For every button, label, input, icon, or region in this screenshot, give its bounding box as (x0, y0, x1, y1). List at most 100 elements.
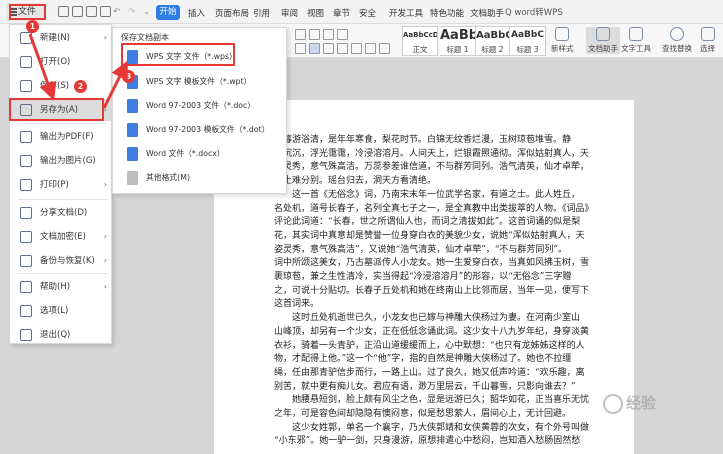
file-menu-item-2[interactable]: 保存(S) (10, 75, 113, 97)
search-box[interactable]: Q word转WPS (505, 6, 563, 18)
tab-security[interactable]: 安全 (359, 7, 376, 19)
file-menu-item-0[interactable]: 新建(N) › (10, 27, 113, 49)
distribute-icon[interactable] (309, 43, 320, 54)
redo-icon[interactable]: ↷ (128, 7, 135, 17)
doc-assistant-label: 文档助手 (588, 44, 618, 53)
watermark-logo (603, 393, 623, 414)
undo-icon[interactable]: ↶ (113, 7, 120, 17)
save-format-item-4[interactable]: Word 文件（*.docx） (122, 143, 282, 165)
file-menu-item-label: 退出(Q) (40, 330, 71, 340)
document-line: 之，可说十分贴切。长春子丘处机和她在终南山上比邻而居，当年一见，便写下 (274, 285, 590, 296)
save-format-label: 其他格式(M) (146, 173, 190, 182)
document-line: 这一首《无俗念》词，乃南宋末年一位武学名家，有道之士。此人姓丘， (274, 189, 581, 200)
select-label: 选择 (700, 44, 715, 53)
save-format-label: Word 97-2003 文件（*.doc） (146, 101, 256, 110)
align-left-icon[interactable] (295, 29, 306, 40)
style-normal[interactable]: AaBbCcDd 正文 (402, 26, 438, 56)
style-preview: AaBbCcDd (403, 31, 437, 39)
submenu-title: 保存文档副本 (121, 33, 169, 42)
pdf-icon (20, 131, 32, 143)
style-heading-3[interactable]: AaBbC 标题 3 (510, 26, 546, 56)
shading-icon[interactable] (337, 43, 348, 54)
file-menu-item-label: 备份与恢复(K) (40, 256, 95, 266)
tab-start[interactable]: 开始 (156, 5, 180, 20)
document-body[interactable]: 春暮游浴清，是年年寒食，梨花时节。白锦无纹香烂漫，玉树琼苞堆雪。静 夜沉沉，浮光霭… (274, 134, 634, 449)
save-format-item-1[interactable]: WPS 文字 模板文件（*.wpt） (122, 71, 282, 93)
file-menu-item-label: 文档加密(E) (40, 232, 87, 242)
line-spacing-icon[interactable] (337, 29, 348, 40)
step-badge-3: 3 (122, 70, 135, 83)
backup-icon (20, 255, 32, 267)
chevron-down-icon[interactable]: ⌄ (143, 7, 150, 17)
file-menu-item-label: 帮助(H) (40, 282, 71, 292)
image-icon (20, 155, 32, 167)
preview-icon[interactable] (100, 6, 111, 17)
tab-page-layout[interactable]: 页面布局 (215, 7, 249, 19)
chevron-right-icon: › (103, 105, 107, 114)
menu-divider (18, 273, 108, 274)
watermark: 经验 (603, 392, 656, 414)
text-tools-button[interactable]: 文字工具 (621, 27, 651, 54)
file-menu-item-5[interactable]: 输出为图片(G) (10, 150, 113, 172)
file-menu-item-10[interactable]: 帮助(H) › (10, 276, 113, 298)
save-icon[interactable] (58, 6, 69, 17)
doc-assistant-button[interactable]: 文档助手 (586, 27, 620, 54)
help-icon (20, 281, 32, 293)
tab-reference[interactable]: 引用 (253, 7, 270, 19)
find-replace-button[interactable]: 查找替换 (662, 27, 692, 54)
new-style-button[interactable]: 新样式 (551, 27, 574, 54)
file-menu-item-11[interactable]: 选项(L) (10, 300, 113, 322)
file-menu-item-6[interactable]: 打印(P) › (10, 174, 113, 196)
align-right-icon[interactable] (323, 29, 334, 40)
export-icon[interactable] (72, 6, 83, 17)
table-icon[interactable] (323, 43, 334, 54)
document-line: 词中所颂这美女，乃古墓派传人小龙女。她一生爱穿白衣，当真如风拂玉树，雪 (274, 258, 590, 269)
style-preview: AaBb (440, 28, 475, 43)
tab-insert[interactable]: 插入 (188, 7, 205, 19)
tab-doc-assistant[interactable]: 文档助手 (470, 7, 504, 19)
file-menu-item-9[interactable]: 备份与恢复(K) › (10, 250, 113, 272)
highlight-file-button (9, 4, 46, 20)
border-icon[interactable] (351, 43, 362, 54)
file-menu-item-4[interactable]: 输出为PDF(F) (10, 126, 113, 148)
new-style-icon (555, 27, 570, 41)
save-format-item-3[interactable]: Word 97-2003 模板文件（*.dot） (122, 119, 282, 141)
document-line: 物，才配得上他。”这一个“他”字，指的自然是神雕大侠杨过了。她也不拉缰 (274, 354, 572, 365)
text-tools-label: 文字工具 (621, 44, 651, 53)
document-line: 衣衫，骑着一头青驴，正沿山道缓缓而上，心中默想：“也只有龙姊姊这样的人 (274, 340, 585, 351)
tab-review[interactable]: 审阅 (281, 7, 298, 19)
print-icon[interactable] (86, 6, 97, 17)
save-format-item-5[interactable]: 其他格式(M) (122, 167, 282, 189)
style-preview: AaBbC (511, 30, 544, 40)
text-tools-icon (629, 27, 643, 41)
step-badge-2: 2 (74, 80, 87, 93)
chevron-right-icon: › (103, 282, 107, 291)
save-format-item-2[interactable]: Word 97-2003 文件（*.doc） (122, 95, 282, 117)
tab-view[interactable]: 视图 (307, 7, 324, 19)
show-marks-icon[interactable] (379, 43, 390, 54)
document-line: 别苦，就中更有痴儿女。君应有语，渺万里层云，千山暮雪，只影向谁去？” (274, 381, 576, 392)
tab-developer[interactable]: 开发工具 (389, 7, 423, 19)
file-menu-item-label: 选项(L) (40, 306, 69, 316)
style-heading-2[interactable]: AaBbC 标题 2 (476, 26, 510, 56)
tab-features[interactable]: 特色功能 (430, 7, 464, 19)
file-menu-item-7[interactable]: 分享文档(D) (10, 202, 113, 224)
select-button[interactable]: 选择 (700, 27, 715, 54)
sort-icon[interactable] (365, 43, 376, 54)
save-format-label: WPS 文字 模板文件（*.wpt） (146, 77, 252, 86)
document-line: 山峰顶，却另有一个少女，正在低低念诵此词。这少女十八九岁年纪，身穿淡黄 (274, 326, 590, 337)
align-center-icon[interactable] (309, 29, 320, 40)
file-menu-item-12[interactable]: 退出(Q) (10, 324, 113, 346)
style-heading-1[interactable]: AaBb 标题 1 (440, 26, 476, 56)
justify-icon[interactable] (295, 43, 306, 54)
other-format-icon (127, 171, 138, 185)
file-menu-item-1[interactable]: 打开(O) (10, 51, 113, 73)
tab-chapter[interactable]: 章节 (333, 7, 350, 19)
document-line: 名处机，道号长春子，名列全真七子之一，是全真教中出类拔萃的人物。《词品》 (274, 203, 594, 214)
document-line: 夜沉沉，浮光霭霭，冷浸溶溶月。人间天上，烂银霞照通彻。浑似姑射真人，天 (274, 148, 590, 159)
select-icon (700, 27, 715, 41)
file-menu-item-8[interactable]: 文档加密(E) › (10, 226, 113, 248)
file-menu-item-label: 打开(O) (40, 57, 71, 67)
chevron-right-icon: › (103, 33, 107, 42)
document-line: 她腰悬短剑，脸上颇有风尘之色，显是远游已久；韶华如花，正当喜乐无忧 (274, 395, 590, 406)
